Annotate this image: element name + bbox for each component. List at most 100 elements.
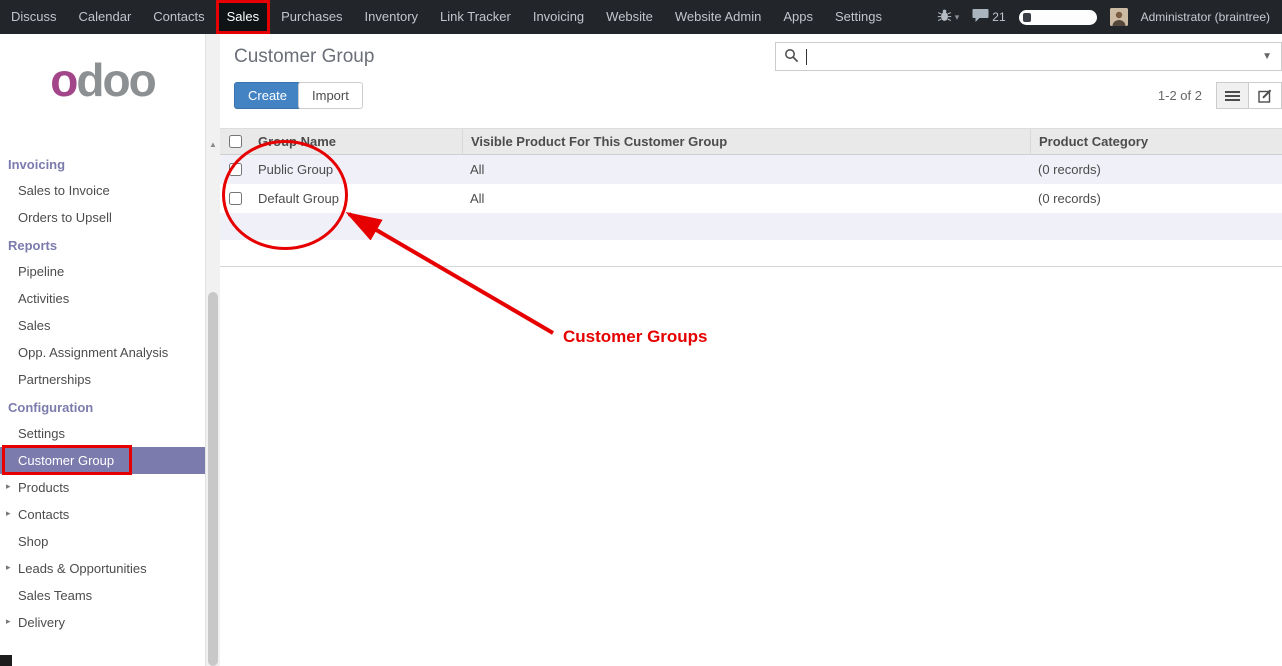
sidebar-item-shop[interactable]: Shop xyxy=(0,528,205,555)
sidebar: odoo Invoicing Sales to Invoice Orders t… xyxy=(0,34,205,666)
row-checkbox[interactable] xyxy=(229,163,242,176)
sidebar-item-sales-to-invoice[interactable]: Sales to Invoice xyxy=(0,177,205,204)
create-button[interactable]: Create xyxy=(234,82,301,109)
empty-row xyxy=(220,240,1282,267)
menu-contacts[interactable]: Contacts xyxy=(142,0,215,34)
bug-icon xyxy=(937,9,952,25)
timer-icon xyxy=(1023,13,1031,22)
sidebar-scrollbar[interactable]: ▲ xyxy=(205,34,220,666)
cell-visible-product: All xyxy=(462,162,1030,177)
sidebar-item-settings[interactable]: Settings xyxy=(0,420,205,447)
header-checkbox-cell xyxy=(220,135,250,148)
chat-bubble-icon xyxy=(972,8,989,26)
menu-purchases[interactable]: Purchases xyxy=(270,0,353,34)
expand-triangle-icon[interactable]: ▸ xyxy=(6,616,11,627)
topbar: Discuss Calendar Contacts Sales Purchase… xyxy=(0,0,1282,34)
cell-group-name: Public Group xyxy=(250,162,462,177)
odoo-logo: odoo xyxy=(0,54,205,106)
search-bar: ▼ xyxy=(775,42,1282,71)
menu-sales-label: Sales xyxy=(227,9,260,24)
sidebar-item-opp-assignment-analysis[interactable]: Opp. Assignment Analysis xyxy=(0,339,205,366)
empty-row xyxy=(220,213,1282,240)
logo-letter: o xyxy=(103,54,129,106)
sidebar-item-label: Contacts xyxy=(18,507,69,522)
table-header-row: Group Name Visible Product For This Cust… xyxy=(220,128,1282,155)
timer-widget[interactable] xyxy=(1019,10,1097,25)
sidebar-item-label: Products xyxy=(18,480,69,495)
section-invoicing: Invoicing xyxy=(0,150,205,177)
scroll-up-arrow-icon[interactable]: ▲ xyxy=(206,140,220,149)
logo-letter: d xyxy=(76,54,102,106)
search-icon xyxy=(784,48,799,66)
control-panel: Customer Group ▼ Create Import 1-2 of 2 xyxy=(220,34,1282,128)
sidebar-item-sales-teams[interactable]: Sales Teams xyxy=(0,582,205,609)
sidebar-item-customer-group[interactable]: Customer Group xyxy=(0,447,205,474)
section-configuration: Configuration xyxy=(0,393,205,420)
list-icon xyxy=(1225,90,1240,102)
list-view-button[interactable] xyxy=(1216,82,1249,109)
messages-indicator[interactable]: 21 xyxy=(972,8,1005,26)
menu-invoicing[interactable]: Invoicing xyxy=(522,0,595,34)
sidebar-item-label: Leads & Opportunities xyxy=(18,561,147,576)
main-content: Customer Group ▼ Create Import 1-2 of 2 xyxy=(220,34,1282,666)
expand-triangle-icon[interactable]: ▸ xyxy=(6,508,11,519)
search-dropdown-caret-icon[interactable]: ▼ xyxy=(1262,51,1272,62)
row-checkbox[interactable] xyxy=(229,192,242,205)
topbar-right: ▾ 21 Administrator (braintree) xyxy=(937,0,1282,34)
sidebar-item-leads-opportunities[interactable]: ▸ Leads & Opportunities xyxy=(0,555,205,582)
menu-link-tracker[interactable]: Link Tracker xyxy=(429,0,522,34)
cell-group-name: Default Group xyxy=(250,191,462,206)
customer-group-table: Group Name Visible Product For This Cust… xyxy=(220,128,1282,267)
page-title: Customer Group xyxy=(234,46,374,68)
menu-calendar[interactable]: Calendar xyxy=(68,0,143,34)
sidebar-item-orders-to-upsell[interactable]: Orders to Upsell xyxy=(0,204,205,231)
sidebar-item-partnerships[interactable]: Partnerships xyxy=(0,366,205,393)
import-button[interactable]: Import xyxy=(298,82,363,109)
table-row[interactable]: Public Group All (0 records) xyxy=(220,155,1282,184)
table-row[interactable]: Default Group All (0 records) xyxy=(220,184,1282,213)
logo-letter: o xyxy=(129,54,155,106)
expand-triangle-icon[interactable]: ▸ xyxy=(6,481,11,492)
header-visible-product[interactable]: Visible Product For This Customer Group xyxy=(462,129,1030,154)
topbar-menus: Discuss Calendar Contacts Sales Purchase… xyxy=(0,0,893,34)
sidebar-item-label: Delivery xyxy=(18,615,65,630)
form-view-button[interactable] xyxy=(1249,82,1282,109)
sidebar-nav: Invoicing Sales to Invoice Orders to Ups… xyxy=(0,150,205,636)
row-checkbox-cell xyxy=(220,192,250,205)
scrollbar-thumb[interactable] xyxy=(208,292,218,666)
message-count: 21 xyxy=(992,10,1005,24)
header-product-category[interactable]: Product Category xyxy=(1030,129,1282,154)
debug-menu[interactable]: ▾ xyxy=(937,9,960,25)
caret-down-icon: ▾ xyxy=(955,12,960,23)
sidebar-item-activities[interactable]: Activities xyxy=(0,285,205,312)
expand-triangle-icon[interactable]: ▸ xyxy=(6,562,11,573)
sidebar-item-pipeline[interactable]: Pipeline xyxy=(0,258,205,285)
menu-sales[interactable]: Sales xyxy=(216,0,271,34)
cell-product-category: (0 records) xyxy=(1030,191,1282,206)
cell-visible-product: All xyxy=(462,191,1030,206)
pager[interactable]: 1-2 of 2 xyxy=(1158,88,1202,103)
menu-discuss[interactable]: Discuss xyxy=(0,0,68,34)
search-input[interactable] xyxy=(811,43,1253,70)
menu-website-admin[interactable]: Website Admin xyxy=(664,0,772,34)
menu-inventory[interactable]: Inventory xyxy=(354,0,429,34)
menu-settings[interactable]: Settings xyxy=(824,0,893,34)
sidebar-item-sales[interactable]: Sales xyxy=(0,312,205,339)
logo-letter: o xyxy=(50,54,76,106)
sidebar-item-delivery[interactable]: ▸ Delivery xyxy=(0,609,205,636)
sidebar-item-products[interactable]: ▸ Products xyxy=(0,474,205,501)
menu-website[interactable]: Website xyxy=(595,0,664,34)
select-all-checkbox[interactable] xyxy=(229,135,242,148)
cell-product-category: (0 records) xyxy=(1030,162,1282,177)
edit-icon xyxy=(1258,89,1272,103)
section-reports: Reports xyxy=(0,231,205,258)
user-menu[interactable]: Administrator (braintree) xyxy=(1141,10,1270,24)
sidebar-item-label: Customer Group xyxy=(18,453,114,468)
avatar[interactable] xyxy=(1110,8,1128,26)
corner-artifact xyxy=(0,655,12,666)
header-group-name[interactable]: Group Name xyxy=(250,134,462,149)
menu-apps[interactable]: Apps xyxy=(772,0,824,34)
row-checkbox-cell xyxy=(220,163,250,176)
text-cursor xyxy=(806,49,807,65)
sidebar-item-contacts[interactable]: ▸ Contacts xyxy=(0,501,205,528)
